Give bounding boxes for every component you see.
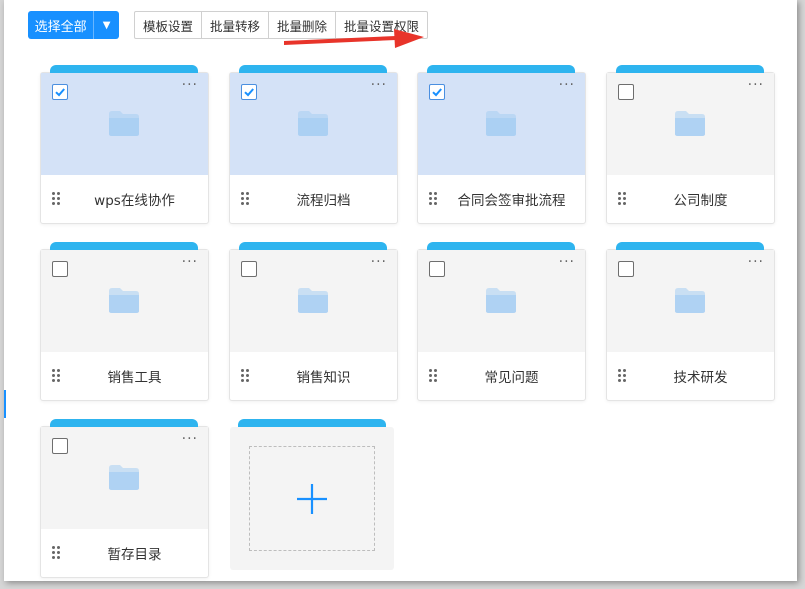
card-tab	[238, 419, 386, 427]
add-folder-card[interactable]	[230, 419, 394, 570]
folder-icon	[297, 109, 329, 141]
drag-handle-icon[interactable]	[241, 192, 249, 206]
folder-name[interactable]: wps在线协作	[65, 175, 204, 223]
more-icon[interactable]: ···	[182, 254, 198, 270]
folder-name[interactable]: 技术研发	[631, 352, 770, 400]
card-tab	[50, 242, 198, 250]
folder-preview[interactable]: ···	[607, 250, 774, 352]
folder-preview[interactable]: ···	[418, 250, 585, 352]
plus-icon[interactable]	[295, 482, 329, 516]
folder-preview[interactable]: ···	[41, 73, 208, 175]
card-footer: 暂存目录	[41, 529, 208, 577]
folder-card[interactable]: ··· 技术研发	[606, 242, 775, 401]
card-footer: 常见问题	[418, 352, 585, 400]
select-checkbox[interactable]	[429, 261, 445, 277]
folder-icon	[108, 109, 140, 141]
select-checkbox[interactable]	[52, 84, 68, 100]
folder-preview[interactable]: ···	[230, 73, 397, 175]
folder-preview[interactable]: ···	[418, 73, 585, 175]
select-checkbox[interactable]	[241, 261, 257, 277]
folder-name[interactable]: 常见问题	[442, 352, 581, 400]
batch-transfer-button[interactable]: 批量转移	[202, 12, 270, 38]
drag-handle-icon[interactable]	[429, 192, 437, 206]
more-icon[interactable]: ···	[748, 254, 764, 270]
folder-icon	[297, 286, 329, 318]
scroll-indicator	[4, 390, 6, 418]
folder-icon	[674, 109, 706, 141]
more-icon[interactable]: ···	[371, 254, 387, 270]
folder-name[interactable]: 暂存目录	[65, 529, 204, 577]
card-footer: 合同会签审批流程	[418, 175, 585, 223]
card-footer: 技术研发	[607, 352, 774, 400]
select-checkbox[interactable]	[241, 84, 257, 100]
folder-card[interactable]: ··· 常见问题	[417, 242, 586, 401]
drag-handle-icon[interactable]	[52, 369, 60, 383]
select-all-label[interactable]: 选择全部	[28, 11, 93, 39]
folder-icon	[108, 286, 140, 318]
select-all-button[interactable]: 选择全部 ▼	[28, 11, 119, 39]
folder-card[interactable]: ··· 合同会签审批流程	[417, 65, 586, 224]
folder-card[interactable]: ··· 流程归档	[229, 65, 398, 224]
card-footer: wps在线协作	[41, 175, 208, 223]
select-checkbox[interactable]	[618, 84, 634, 100]
folder-icon	[485, 286, 517, 318]
card-footer: 流程归档	[230, 175, 397, 223]
more-icon[interactable]: ···	[559, 254, 575, 270]
more-icon[interactable]: ···	[182, 431, 198, 447]
drag-handle-icon[interactable]	[52, 192, 60, 206]
folder-card[interactable]: ··· wps在线协作	[40, 65, 209, 224]
select-checkbox[interactable]	[52, 261, 68, 277]
card-tab	[616, 65, 764, 73]
folder-card[interactable]: ··· 公司制度	[606, 65, 775, 224]
drag-handle-icon[interactable]	[241, 369, 249, 383]
more-icon[interactable]: ···	[182, 77, 198, 93]
toolbar: 选择全部 ▼ 模板设置 批量转移 批量删除 批量设置权限	[4, 0, 797, 48]
folder-preview[interactable]: ···	[607, 73, 774, 175]
drag-handle-icon[interactable]	[429, 369, 437, 383]
card-tab	[50, 65, 198, 73]
more-icon[interactable]: ···	[748, 77, 764, 93]
drag-handle-icon[interactable]	[618, 369, 626, 383]
folder-name[interactable]: 公司制度	[631, 175, 770, 223]
more-icon[interactable]: ···	[371, 77, 387, 93]
folder-icon	[485, 109, 517, 141]
select-checkbox[interactable]	[618, 261, 634, 277]
select-checkbox[interactable]	[429, 84, 445, 100]
card-footer: 销售工具	[41, 352, 208, 400]
folder-name[interactable]: 合同会签审批流程	[442, 175, 581, 223]
app-window: 选择全部 ▼ 模板设置 批量转移 批量删除 批量设置权限 ··· wps在线协作 ·…	[4, 0, 797, 581]
folder-preview[interactable]: ···	[230, 250, 397, 352]
card-footer: 公司制度	[607, 175, 774, 223]
card-tab	[50, 419, 198, 427]
folder-card[interactable]: ··· 销售工具	[40, 242, 209, 401]
folder-card[interactable]: ··· 暂存目录	[40, 419, 209, 578]
card-tab	[239, 65, 387, 73]
drag-handle-icon[interactable]	[52, 546, 60, 560]
more-icon[interactable]: ···	[559, 77, 575, 93]
folder-name[interactable]: 流程归档	[254, 175, 393, 223]
folder-card[interactable]: ··· 销售知识	[229, 242, 398, 401]
folder-name[interactable]: 销售工具	[65, 352, 204, 400]
card-tab	[616, 242, 764, 250]
card-tab	[427, 65, 575, 73]
chevron-down-icon[interactable]: ▼	[93, 11, 119, 39]
folder-icon	[108, 463, 140, 495]
card-tab	[239, 242, 387, 250]
drag-handle-icon[interactable]	[618, 192, 626, 206]
template-settings-button[interactable]: 模板设置	[135, 12, 203, 38]
card-footer: 销售知识	[230, 352, 397, 400]
card-tab	[427, 242, 575, 250]
folder-preview[interactable]: ···	[41, 250, 208, 352]
folder-preview[interactable]: ···	[41, 427, 208, 529]
annotation-arrow-icon	[284, 29, 424, 48]
folder-name[interactable]: 销售知识	[254, 352, 393, 400]
select-checkbox[interactable]	[52, 438, 68, 454]
folder-icon	[674, 286, 706, 318]
